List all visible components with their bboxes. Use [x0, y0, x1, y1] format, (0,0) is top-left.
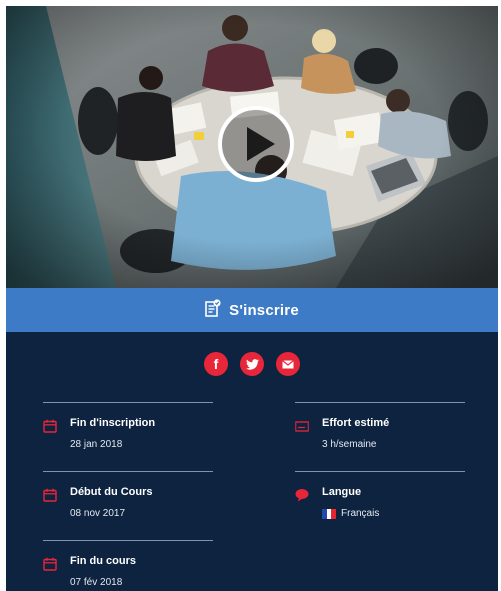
france-flag-icon — [322, 508, 337, 519]
email-share-button[interactable] — [276, 352, 300, 376]
language-block: Langue Français — [295, 471, 465, 540]
social-share-bar: f — [6, 352, 498, 376]
language-title: Langue — [322, 486, 362, 498]
course-start-title: Début du Cours — [70, 486, 153, 498]
course-start-value: 08 nov 2017 — [70, 508, 126, 519]
play-button[interactable] — [218, 106, 294, 182]
video-thumbnail[interactable] — [6, 6, 498, 288]
register-form-icon — [205, 298, 221, 322]
course-end-block: Fin du cours 07 fév 2018 — [43, 540, 213, 591]
effort-block: Effort estimé 3 h/semaine — [295, 402, 465, 471]
enroll-label: S'inscrire — [229, 301, 299, 319]
course-start-block: Début du Cours 08 nov 2017 — [43, 471, 213, 540]
language-value: Français — [341, 508, 380, 519]
effort-title: Effort estimé — [322, 417, 390, 429]
course-card: S'inscrire f Fin d'inscription 28 jan 20… — [6, 6, 498, 591]
facebook-share-button[interactable]: f — [204, 352, 228, 376]
twitter-icon — [245, 358, 259, 370]
calendar-icon — [43, 557, 57, 571]
play-icon — [247, 127, 275, 161]
calendar-icon — [43, 419, 57, 433]
calendar-icon — [43, 488, 57, 502]
facebook-icon: f — [213, 356, 219, 372]
mail-icon — [282, 359, 294, 368]
course-end-title: Fin du cours — [70, 555, 136, 567]
inscription-end-value: 28 jan 2018 — [70, 439, 123, 450]
twitter-share-button[interactable] — [240, 352, 264, 376]
language-value-row: Français — [322, 508, 379, 519]
course-end-value: 07 fév 2018 — [70, 577, 123, 588]
laptop-icon — [295, 421, 309, 432]
speech-bubble-icon — [295, 489, 309, 502]
inscription-end-title: Fin d'inscription — [70, 417, 156, 429]
inscription-end-block: Fin d'inscription 28 jan 2018 — [43, 402, 213, 471]
enroll-button[interactable]: S'inscrire — [6, 288, 498, 332]
effort-value: 3 h/semaine — [322, 439, 377, 450]
